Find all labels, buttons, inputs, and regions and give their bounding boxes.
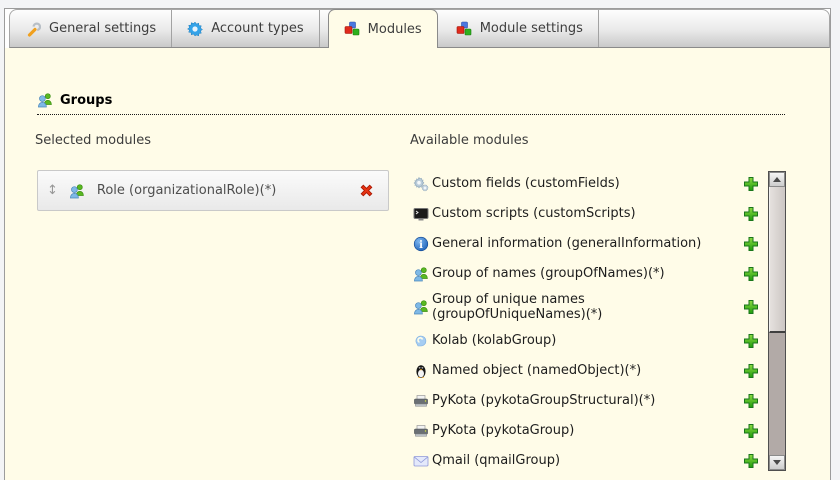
selected-module-row: ↕ Role (organizationalRole)(*) (37, 170, 389, 211)
available-module-name: Kolab (kolabGroup) (432, 333, 557, 349)
add-module-button[interactable] (743, 176, 759, 192)
remove-module-button[interactable] (358, 182, 375, 199)
modules-cubes-icon (344, 21, 360, 37)
tab-label: Modules (367, 21, 422, 37)
gear-blue-icon (187, 21, 204, 37)
available-module-name: Group of unique names (groupOfUniqueName… (432, 292, 603, 323)
available-module-row: Kolab (kolabGroup) (410, 329, 759, 352)
printer-icon (410, 393, 432, 409)
kolab-icon (410, 333, 432, 349)
config-window: General settings Account types Modules Modu… (4, 8, 831, 480)
tab-bar: General settings Account types Modules Modu… (9, 9, 830, 48)
available-module-row: Named object (namedObject)(*) (410, 359, 759, 382)
tab-label: Account types (211, 21, 304, 36)
selected-module-name: Role (organizationalRole)(*) (96, 183, 277, 198)
svg-text:i: i (419, 240, 423, 251)
add-module-button[interactable] (743, 266, 759, 282)
group-icon (69, 183, 85, 199)
triangle-down-icon (773, 460, 781, 465)
groups-section-header: Groups (37, 92, 785, 115)
envelope-icon (410, 453, 432, 469)
available-modules-label: Available modules (410, 133, 529, 148)
add-module-button[interactable] (743, 393, 759, 409)
available-module-row: Custom scripts (customScripts) (410, 202, 759, 225)
drag-handle-icon[interactable]: ↕ (47, 184, 58, 197)
group-icon (410, 299, 432, 315)
terminal-icon (410, 206, 432, 222)
add-module-button[interactable] (743, 206, 759, 222)
section-title: Groups (60, 92, 113, 108)
triangle-up-icon (773, 177, 781, 182)
scroll-down-button[interactable] (769, 455, 785, 470)
group-icon (410, 266, 432, 282)
tab-label: Module settings (479, 21, 583, 36)
add-module-button[interactable] (743, 453, 759, 469)
tab-label: General settings (49, 21, 157, 36)
available-module-name: General information (generalInformation) (432, 235, 702, 251)
add-module-button[interactable] (743, 423, 759, 439)
available-module-row: Qmail (qmailGroup) (410, 449, 759, 472)
available-module-row: Group of names (groupOfNames)(*) (410, 262, 759, 285)
lam-config-screen: General settings Account types Modules Modu… (0, 0, 840, 480)
group-icon (37, 92, 53, 108)
available-modules-list: Custom fields (customFields) Custom scrip… (410, 172, 759, 479)
available-module-name: Custom fields (customFields) (432, 175, 620, 191)
available-module-name: Custom scripts (customScripts) (432, 205, 636, 221)
printer-icon (410, 423, 432, 439)
selected-modules-label: Selected modules (35, 133, 151, 148)
available-module-row: Custom fields (customFields) (410, 172, 759, 195)
tab-modules[interactable]: Modules (327, 9, 438, 48)
available-module-row: PyKota (pykotaGroup) (410, 419, 759, 442)
add-module-button[interactable] (743, 299, 759, 315)
modules-cubes-icon (456, 21, 472, 37)
available-module-name: PyKota (pykotaGroup) (432, 423, 575, 439)
available-module-name: Qmail (qmailGroup) (432, 453, 561, 469)
scrollbar-track[interactable] (769, 333, 785, 455)
tab-general-settings[interactable]: General settings (10, 10, 173, 47)
penguin-icon (410, 363, 432, 379)
available-module-name: Group of names (groupOfNames)(*) (432, 265, 665, 281)
add-module-button[interactable] (743, 333, 759, 349)
selected-modules-list: ↕ Role (organizationalRole)(*) (37, 170, 389, 211)
tab-module-settings[interactable]: Module settings (441, 10, 599, 47)
available-modules-scrollbar[interactable] (768, 171, 786, 471)
scroll-up-button[interactable] (769, 172, 785, 187)
scrollbar-thumb[interactable] (769, 187, 785, 333)
wrench-icon (25, 21, 41, 37)
available-module-name: PyKota (pykotaGroupStructural)(*) (432, 393, 656, 409)
available-module-row: PyKota (pykotaGroupStructural)(*) (410, 389, 759, 412)
available-module-name: Named object (namedObject)(*) (432, 363, 642, 379)
info-icon: i (410, 236, 432, 252)
add-module-button[interactable] (743, 363, 759, 379)
available-module-row: i General information (generalInformation… (410, 232, 759, 255)
tab-bar-wrap: General settings Account types Modules Modu… (5, 9, 830, 48)
available-module-row: Group of unique names (groupOfUniqueName… (410, 292, 759, 322)
tab-account-types[interactable]: Account types (172, 10, 320, 47)
add-module-button[interactable] (743, 236, 759, 252)
gear-search-icon (410, 176, 432, 192)
